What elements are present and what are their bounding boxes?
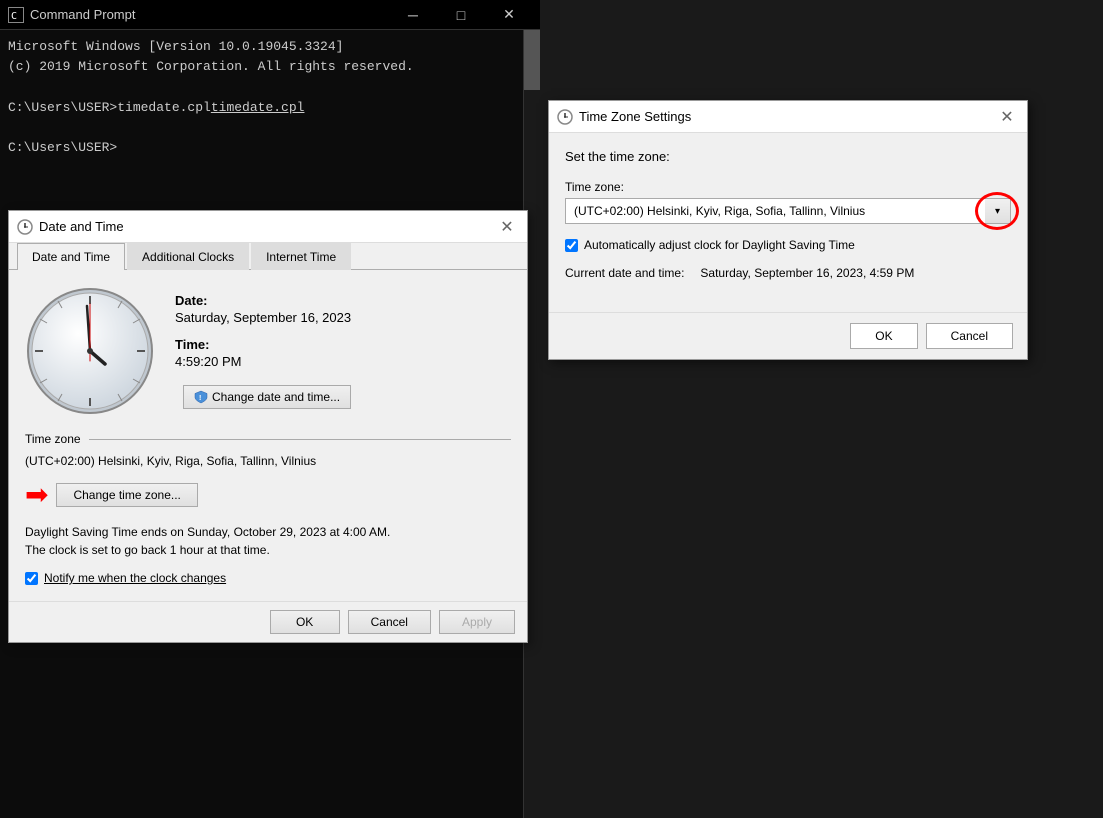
cmd-scrollbar-thumb bbox=[524, 30, 540, 90]
cmd-prompt1: C:\Users\USER>timedate.cpltimedate.cpl bbox=[8, 99, 532, 117]
date-value: Saturday, September 16, 2023 bbox=[175, 310, 351, 325]
tz-dropdown-button[interactable]: ▾ bbox=[985, 198, 1011, 224]
datetime-ok-button[interactable]: OK bbox=[270, 610, 340, 634]
tz-select-row: (UTC+02:00) Helsinki, Kyiv, Riga, Sofia,… bbox=[565, 198, 1011, 224]
datetime-tabs: Date and Time Additional Clocks Internet… bbox=[9, 243, 527, 270]
divider-line bbox=[89, 439, 511, 440]
svg-text:!: ! bbox=[199, 395, 201, 402]
datetime-icon bbox=[17, 219, 33, 235]
tz-select[interactable]: (UTC+02:00) Helsinki, Kyiv, Riga, Sofia,… bbox=[565, 198, 1011, 224]
cmd-content: Microsoft Windows [Version 10.0.19045.33… bbox=[0, 30, 540, 167]
current-dt-value: Saturday, September 16, 2023, 4:59 PM bbox=[700, 266, 914, 280]
timezone-current-value: (UTC+02:00) Helsinki, Kyiv, Riga, Sofia,… bbox=[25, 454, 511, 468]
timezone-section-label: Time zone bbox=[25, 432, 81, 446]
tz-ok-button[interactable]: OK bbox=[850, 323, 917, 349]
cmd-controls: ─ □ ✕ bbox=[390, 4, 532, 26]
cmd-title: Command Prompt bbox=[30, 7, 390, 22]
red-arrow-icon: ➡ bbox=[25, 478, 48, 511]
datetime-body: Date: Saturday, September 16, 2023 Time:… bbox=[9, 270, 527, 601]
change-date-button[interactable]: ! Change date and time... bbox=[183, 385, 351, 410]
cmd-close-button[interactable]: ✕ bbox=[486, 4, 532, 26]
cmd-underline: timedate.cpl bbox=[211, 100, 305, 115]
dst-checkbox[interactable] bbox=[565, 239, 578, 252]
dst-checkbox-label: Automatically adjust clock for Daylight … bbox=[584, 238, 855, 252]
tz-cancel-button[interactable]: Cancel bbox=[926, 323, 1013, 349]
datetime-dialog: Date and Time ✕ Date and Time Additional… bbox=[8, 210, 528, 643]
cmd-icon: C bbox=[8, 7, 24, 23]
tz-title: Time Zone Settings bbox=[579, 109, 995, 124]
datetime-title: Date and Time bbox=[39, 219, 495, 234]
dst-checkbox-row: Automatically adjust clock for Daylight … bbox=[565, 238, 1011, 252]
tz-titlebar: Time Zone Settings ✕ bbox=[549, 101, 1027, 133]
date-time-info: Date: Saturday, September 16, 2023 Time:… bbox=[175, 293, 351, 410]
tab-internet-time[interactable]: Internet Time bbox=[251, 243, 351, 270]
clock-area: Date: Saturday, September 16, 2023 Time:… bbox=[25, 286, 511, 416]
change-timezone-button[interactable]: Change time zone... bbox=[56, 483, 197, 507]
cmd-line2: (c) 2019 Microsoft Corporation. All righ… bbox=[8, 58, 532, 76]
tz-description: Set the time zone: bbox=[565, 149, 1011, 164]
notify-checkbox[interactable] bbox=[25, 572, 38, 585]
time-value: 4:59:20 PM bbox=[175, 354, 351, 369]
datetime-close-button[interactable]: ✕ bbox=[495, 215, 519, 239]
tz-icon bbox=[557, 109, 573, 125]
change-tz-label: Change time zone... bbox=[73, 488, 180, 502]
change-date-label: Change date and time... bbox=[212, 390, 340, 404]
tz-zone-label: Time zone: bbox=[565, 180, 1011, 194]
cmd-line1: Microsoft Windows [Version 10.0.19045.33… bbox=[8, 38, 532, 56]
tz-body: Set the time zone: Time zone: (UTC+02:00… bbox=[549, 133, 1027, 312]
tab-date-time[interactable]: Date and Time bbox=[17, 243, 125, 270]
arrow-row: ➡ Change time zone... bbox=[25, 478, 511, 511]
svg-text:C: C bbox=[11, 11, 17, 22]
notify-row: Notify me when the clock changes bbox=[25, 571, 511, 585]
analog-clock bbox=[25, 286, 155, 416]
cmd-line4 bbox=[8, 119, 532, 137]
datetime-footer: OK Cancel Apply bbox=[9, 601, 527, 642]
time-label: Time: bbox=[175, 337, 351, 352]
current-datetime-row: Current date and time: Saturday, Septemb… bbox=[565, 266, 1011, 280]
date-label: Date: bbox=[175, 293, 351, 308]
datetime-apply-button[interactable]: Apply bbox=[439, 610, 515, 634]
cmd-prompt2: C:\Users\USER> bbox=[8, 139, 532, 157]
current-dt-label: Current date and time: bbox=[565, 266, 684, 280]
cmd-maximize-button[interactable]: □ bbox=[438, 4, 484, 26]
tz-dialog: Time Zone Settings ✕ Set the time zone: … bbox=[548, 100, 1028, 360]
datetime-cancel-button[interactable]: Cancel bbox=[348, 610, 431, 634]
dst-note: Daylight Saving Time ends on Sunday, Oct… bbox=[25, 523, 511, 559]
tab-additional-clocks[interactable]: Additional Clocks bbox=[127, 243, 249, 270]
timezone-section: Time zone (UTC+02:00) Helsinki, Kyiv, Ri… bbox=[25, 432, 511, 585]
timezone-divider: Time zone bbox=[25, 432, 511, 446]
notify-label: Notify me when the clock changes bbox=[44, 571, 226, 585]
tz-close-button[interactable]: ✕ bbox=[995, 105, 1019, 129]
cmd-minimize-button[interactable]: ─ bbox=[390, 4, 436, 26]
shield-icon: ! bbox=[194, 390, 212, 405]
datetime-titlebar: Date and Time ✕ bbox=[9, 211, 527, 243]
cmd-line3 bbox=[8, 78, 532, 96]
cmd-titlebar: C Command Prompt ─ □ ✕ bbox=[0, 0, 540, 30]
tz-footer: OK Cancel bbox=[549, 312, 1027, 359]
